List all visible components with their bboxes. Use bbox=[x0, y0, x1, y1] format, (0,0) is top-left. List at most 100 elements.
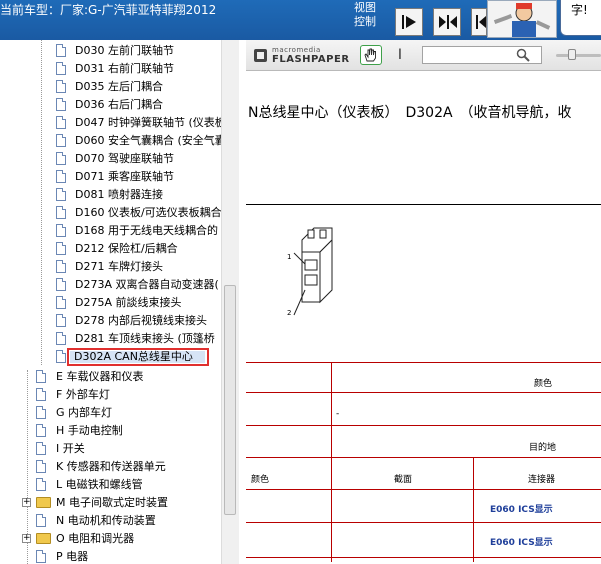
pin-label-2: 2 bbox=[287, 309, 292, 317]
table-line bbox=[246, 489, 601, 490]
col-connector: 连接器 bbox=[528, 475, 556, 485]
mascot-speech-bubble: 字! bbox=[560, 0, 601, 36]
table-line bbox=[246, 362, 601, 363]
document-icon bbox=[56, 296, 66, 309]
folder-icon bbox=[36, 497, 51, 508]
tree-item-label: D275A 前談线束接头 bbox=[75, 296, 182, 309]
connector-link-2[interactable]: E060 ICS显示 bbox=[490, 535, 553, 548]
vehicle-title: 当前车型：厂家:G-广汽菲亚特菲翔2012 bbox=[0, 3, 217, 17]
tree-item-label: D212 保险杠/后耦合 bbox=[75, 242, 178, 255]
table-line bbox=[246, 457, 601, 458]
tree-item-label: D030 左前门联轴节 bbox=[75, 44, 174, 57]
document-icon bbox=[56, 98, 66, 111]
connector-link-1[interactable]: E060 ICS显示 bbox=[490, 502, 553, 515]
cell-dash: - bbox=[336, 409, 340, 419]
document-icon bbox=[56, 314, 66, 327]
tree-item-label: D168 用于无线电天线耦合的 bbox=[75, 224, 218, 237]
pinout-table: 颜色 - 目的地 颜色 截面 连接器 E060 ICS显示 E060 ICS显示 bbox=[246, 362, 601, 562]
tree-group-label: E 车载仪器和仪表 bbox=[56, 370, 144, 383]
document-icon bbox=[36, 460, 46, 473]
document-icon bbox=[56, 278, 66, 291]
tree-scroll-thumb[interactable] bbox=[224, 285, 236, 515]
split-view-button[interactable] bbox=[433, 8, 461, 36]
tree-item-label: D271 车牌灯接头 bbox=[75, 260, 163, 273]
tree-item-label: D031 右前门联轴节 bbox=[75, 62, 174, 75]
tree-guide-line bbox=[41, 40, 42, 365]
brand-small: macromedia bbox=[272, 46, 321, 54]
tree-item-label: D036 右后门耦合 bbox=[75, 98, 163, 111]
document-icon bbox=[36, 442, 46, 455]
arrow-right-bar-icon bbox=[402, 15, 416, 29]
document-icon bbox=[56, 260, 66, 273]
document-icon bbox=[56, 350, 66, 363]
tree-item-label: D273A 双离合器自动变速器( bbox=[75, 278, 219, 291]
expand-plus-icon[interactable]: + bbox=[22, 534, 31, 543]
tree-item-label: D160 仪表板/可选仪表板耦合 bbox=[75, 206, 222, 219]
document-icon bbox=[56, 134, 66, 147]
zoom-slider-thumb[interactable] bbox=[568, 49, 576, 60]
app-header: 当前车型：厂家:G-广汽菲亚特菲翔2012 视图 控制 字! bbox=[0, 0, 601, 40]
document-icon bbox=[56, 188, 66, 201]
view-control-line1: 视图 bbox=[354, 1, 376, 14]
tree-group-label: G 内部车灯 bbox=[56, 406, 113, 419]
table-line bbox=[246, 522, 601, 523]
tree-item-label: D035 左后门耦合 bbox=[75, 80, 163, 93]
section-divider bbox=[246, 204, 601, 205]
tree-item-label: D081 喷射器连接 bbox=[75, 188, 163, 201]
document-icon bbox=[56, 332, 66, 345]
document-icon bbox=[56, 62, 66, 75]
cell-color-header: 颜色 bbox=[534, 379, 553, 389]
arrow-left-bar-icon bbox=[476, 15, 486, 29]
tree-item-label: D060 安全气囊耦合 (安全气囊 bbox=[75, 134, 226, 147]
mechanic-icon bbox=[488, 1, 556, 37]
text-select-button[interactable]: I bbox=[394, 45, 406, 65]
table-line bbox=[246, 425, 601, 426]
tree-item-label: D047 时钟弹簧联轴节 (仪表板 bbox=[75, 116, 226, 129]
document-icon bbox=[36, 388, 46, 401]
document-icon bbox=[56, 170, 66, 183]
flashpaper-viewer: macromedia FLASHPAPER I N总线星中心（仪表板） D302… bbox=[246, 40, 601, 564]
document-icon bbox=[56, 44, 66, 57]
document-icon bbox=[36, 550, 46, 563]
brand-product: FLASHPAPER bbox=[272, 54, 350, 65]
split-arrows-icon bbox=[439, 15, 457, 29]
hand-icon bbox=[364, 48, 376, 62]
tree-item-label: D278 内部后视镜线束接头 bbox=[75, 314, 207, 327]
document-icon bbox=[56, 206, 66, 219]
zoom-slider-track[interactable] bbox=[556, 54, 601, 57]
table-line bbox=[473, 457, 474, 562]
expand-plus-icon[interactable]: + bbox=[22, 498, 31, 507]
col-color: 颜色 bbox=[251, 475, 270, 485]
selected-item-outline bbox=[67, 348, 209, 366]
expand-right-button[interactable] bbox=[395, 8, 423, 36]
view-control-line2: 控制 bbox=[354, 15, 376, 28]
tree-group-label: L 电磁铁和螺线管 bbox=[56, 478, 143, 491]
hand-tool-button[interactable] bbox=[360, 45, 382, 65]
tree-item-label: D071 乘客座联轴节 bbox=[75, 170, 174, 183]
table-line bbox=[331, 362, 332, 562]
tree-group-label: O 电阻和调光器 bbox=[56, 532, 135, 545]
tree-group-label: H 手动电控制 bbox=[56, 424, 123, 437]
tree-group-label: P 电器 bbox=[56, 550, 89, 563]
expand-left-button[interactable] bbox=[471, 8, 487, 36]
document-icon bbox=[36, 406, 46, 419]
document-icon bbox=[36, 424, 46, 437]
tree-item-label: D281 车顶线束接头 (顶篷桥 bbox=[75, 332, 215, 345]
cell-destination: 目的地 bbox=[529, 443, 557, 453]
document-icon bbox=[56, 116, 66, 129]
connector-diagram-image bbox=[293, 227, 333, 316]
document-icon bbox=[56, 242, 66, 255]
document-icon bbox=[56, 80, 66, 93]
tree-group-label: F 外部车灯 bbox=[56, 388, 110, 401]
document-icon bbox=[36, 478, 46, 491]
component-tree: D030 左前门联轴节 D031 右前门联轴节 D035 左后门耦合 D036 右后门… bbox=[0, 40, 247, 564]
document-heading: N总线星中心（仪表板） D302A （收音机导航，收 bbox=[248, 105, 572, 121]
mechanic-mascot-image bbox=[487, 0, 557, 38]
tree-scrollbar[interactable] bbox=[221, 40, 239, 564]
document-icon bbox=[36, 370, 46, 383]
tree-item-label: D070 驾驶座联轴节 bbox=[75, 152, 174, 165]
table-line bbox=[246, 557, 601, 558]
view-control-label: 视图 控制 bbox=[354, 1, 384, 29]
search-icon[interactable] bbox=[516, 48, 530, 62]
table-line bbox=[246, 392, 601, 393]
